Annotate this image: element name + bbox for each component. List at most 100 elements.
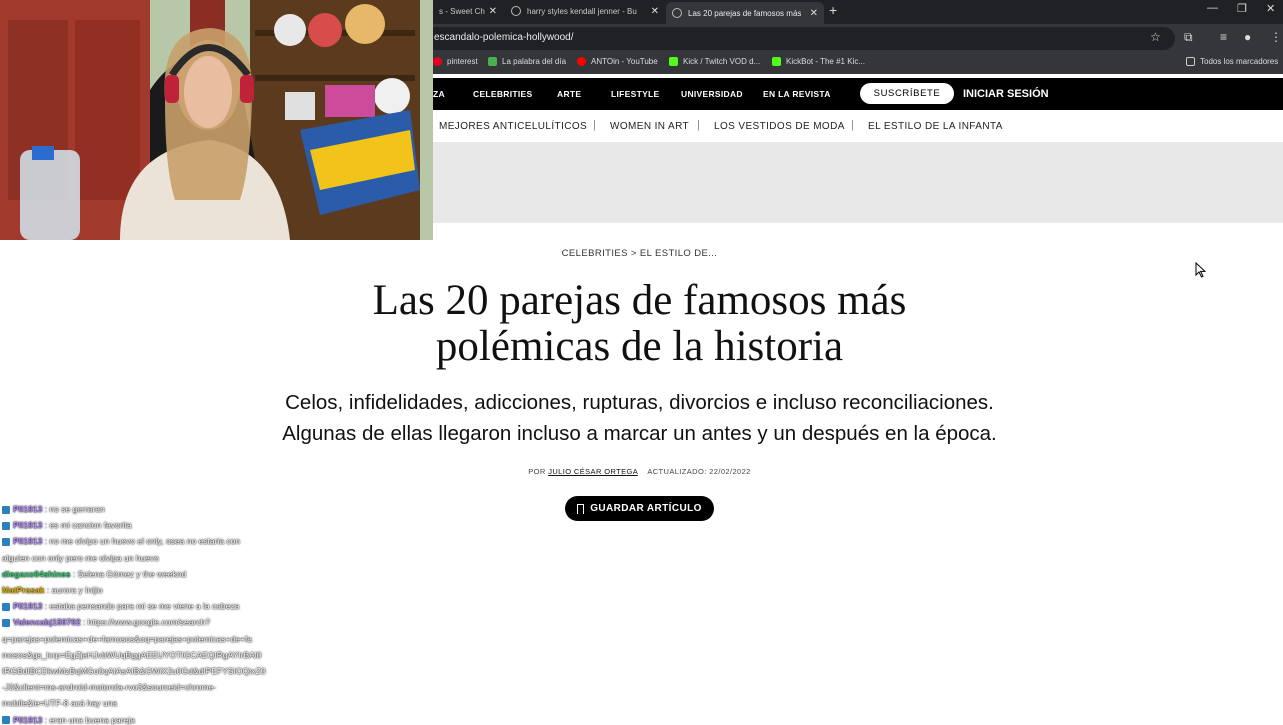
chat-username: Pll1913 — [13, 601, 43, 612]
chat-text: q=parejas+polemicas+de+famosos&oq=pareja… — [2, 633, 252, 644]
menu-icon[interactable]: ⋮ — [1270, 30, 1282, 44]
chat-text: : es mi cancion favorita — [42, 520, 132, 531]
nav-item[interactable]: ZA — [433, 89, 445, 99]
subscribe-button[interactable]: SUSCRÍBETE — [860, 83, 954, 104]
chat-username: diegaxo04shines — [2, 568, 71, 579]
media-icon[interactable]: ≡ — [1220, 30, 1227, 44]
nav-item-arte[interactable]: ARTE — [557, 89, 581, 99]
chat-username: MatPrasak — [2, 585, 45, 595]
chat-text: : Selena Gómez y the weeknd — [70, 568, 187, 579]
webcam-overlay — [0, 0, 433, 240]
chat-message: diegaxo04shines : Selena Gómez y the wee… — [2, 569, 186, 579]
breadcrumb[interactable]: CELEBRITIES > EL ESTILO DE... — [0, 248, 1279, 259]
chat-message: MatPrasak : aurora y Inijio — [2, 585, 103, 595]
bookmark-item[interactable]: KickBot - The #1 Kic... — [772, 57, 865, 66]
star-icon[interactable]: ☆ — [1150, 30, 1161, 44]
bookmark-item[interactable]: ANTOin - YouTube — [577, 57, 658, 66]
chat-message: Pll1913 : es mi cancion favorita — [2, 520, 132, 530]
subnav-item[interactable]: LOS VESTIDOS DE MODA — [714, 121, 845, 132]
nav-item-en-la-revista[interactable]: EN LA REVISTA — [763, 89, 831, 99]
subnav-item[interactable]: EL ESTILO DE LA INFANTA — [868, 121, 1003, 132]
chat-message: Pll1913 : no se gerraran — [2, 504, 105, 514]
new-tab-icon[interactable]: + — [829, 2, 837, 18]
chat-text: : estaba pensando para mi se me viene a … — [42, 601, 240, 612]
chat-username: Pll1913 — [13, 520, 43, 531]
chat-username: Valencabj150702 — [13, 617, 81, 628]
chat-message: alguien con only pero me olvipa un huevo — [2, 553, 159, 563]
nav-item-lifestyle[interactable]: LIFESTYLE — [611, 89, 660, 99]
kick-icon — [669, 57, 678, 66]
bookmark-label: KickBot - The #1 Kic... — [786, 57, 865, 66]
kickbot-icon — [772, 57, 781, 66]
chat-text: -J0&client=ms-android-motorola-rvo3&sour… — [2, 682, 217, 693]
subnav-divider: | — [697, 119, 700, 131]
bookmark-label: ANTOin - YouTube — [591, 57, 658, 66]
bookmark-icon — [577, 503, 585, 514]
chat-text: : aurora y Inijio — [44, 585, 103, 595]
chat-message: -J0&client=ms-android-motorola-rvo3&sour… — [2, 682, 216, 692]
bookmark-item[interactable]: Kick / Twitch VOD d... — [669, 57, 760, 66]
chat-text: mobile&ie=UTF-8 acá hay una — [2, 698, 118, 709]
byline: POR JULIO CÉSAR ORTEGA ACTUALIZADO: 22/0… — [0, 467, 1279, 476]
login-link[interactable]: INICIAR SESIÓN — [963, 88, 1049, 100]
author-link[interactable]: JULIO CÉSAR ORTEGA — [548, 467, 638, 476]
tab-title: s - Sweet Ch — [439, 6, 485, 16]
nav-item-universidad[interactable]: UNIVERSIDAD — [681, 89, 743, 99]
url-text: escandalo-polemica-hollywood/ — [434, 32, 574, 43]
chat-badge-icon — [2, 521, 10, 530]
chat-message: q=parejas+polemicas+de+famosos&oq=pareja… — [2, 634, 252, 644]
all-bookmarks-label: Todos los marcadores — [1200, 57, 1279, 66]
chat-message: Pll1913 : estaba pensando para mi se me … — [2, 601, 239, 611]
google-icon — [511, 6, 521, 16]
browser-tab-2[interactable]: harry styles kendall jenner - Bu ✕ — [505, 1, 665, 21]
chat-text: : no se gerraran — [42, 504, 105, 514]
subnav-divider: | — [593, 119, 596, 131]
all-bookmarks[interactable]: Todos los marcadores — [1186, 57, 1278, 66]
bookmark-item[interactable]: La palabra del día — [488, 57, 566, 66]
chat-message: Valencabj150702 : https://www.google.com… — [2, 617, 210, 627]
chat-text: alguien con only pero me olvipa un huevo — [2, 552, 159, 563]
subnav-divider: | — [851, 119, 854, 131]
tab-title: harry styles kendall jenner - Bu — [527, 6, 637, 16]
p-icon — [488, 57, 497, 66]
bookmark-label: La palabra del día — [502, 57, 567, 66]
bookmark-item[interactable]: pinterest — [433, 57, 478, 66]
subnav-item[interactable]: MEJORES ANTICELULÍTICOS — [439, 121, 587, 132]
close-window-icon[interactable]: ✕ — [1266, 2, 1275, 15]
subnav-item[interactable]: WOMEN IN ART — [610, 121, 689, 132]
chat-badge-icon — [2, 505, 10, 514]
chat-badge-icon — [2, 602, 10, 611]
youtube-icon — [577, 57, 586, 66]
chat-username: Pll1913 — [13, 536, 43, 547]
chat-badge-icon — [2, 538, 10, 547]
close-tab-icon[interactable]: ✕ — [810, 8, 818, 19]
maximize-icon[interactable]: ❐ — [1237, 2, 1247, 15]
ad-placeholder — [433, 142, 1283, 223]
article-headline: Las 20 parejas de famosos más polémicas … — [0, 278, 1279, 370]
chat-text: : no me olvipo un huevo el only, osea no… — [42, 536, 241, 547]
chat-message: IRGBdIBCDkwMzBqMGo0qAIAsAIB&GWiX2u0Gd&dI… — [2, 666, 266, 676]
browser-tab-3[interactable]: Las 20 parejas de famosos más ✕ — [666, 2, 824, 24]
chat-badge-icon — [2, 619, 10, 628]
chat-text: mosos&gs_lcrp=EgZjaHJvbWUqBggAEEUYOTIGCA… — [2, 649, 262, 660]
headline-line: Las 20 parejas de famosos más — [372, 277, 907, 324]
headline-line: polémicas de la historia — [435, 323, 844, 370]
chat-badge-icon — [2, 716, 10, 725]
tab-title: Las 20 parejas de famosos más — [688, 8, 802, 18]
close-tab-icon[interactable]: ✕ — [489, 6, 497, 17]
profile-icon[interactable]: ● — [1244, 30, 1251, 44]
site-favicon-icon — [672, 8, 682, 18]
dek-line: Celos, infidelidades, adicciones, ruptur… — [285, 391, 994, 414]
dek-line: Algunas de ellas llegaron incluso a marc… — [282, 422, 997, 445]
nav-item-celebrities[interactable]: CELEBRITIES — [473, 89, 533, 99]
extensions-icon[interactable]: ⧉ — [1184, 30, 1193, 45]
article-dek: Celos, infidelidades, adicciones, ruptur… — [0, 387, 1279, 449]
minimize-icon[interactable]: — — [1207, 2, 1218, 14]
mouse-cursor-icon — [1195, 262, 1207, 278]
save-article-button[interactable]: GUARDAR ARTÍCULO — [565, 496, 714, 521]
close-tab-icon[interactable]: ✕ — [651, 6, 659, 17]
chat-message: Pll1913 : no me olvipo un huevo el only,… — [2, 536, 240, 546]
browser-tab-1[interactable]: s - Sweet Ch ✕ — [433, 1, 503, 21]
chat-username: Pll1913 — [13, 504, 43, 514]
bookmark-label: Kick / Twitch VOD d... — [683, 57, 761, 66]
